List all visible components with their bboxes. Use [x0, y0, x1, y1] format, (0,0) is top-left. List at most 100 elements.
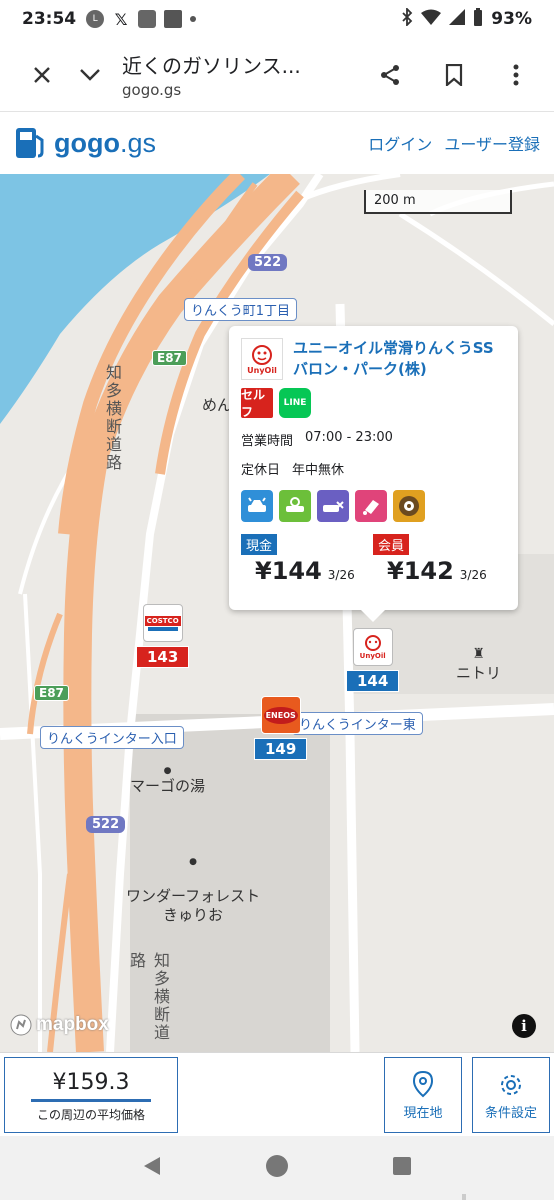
costco-logo-text: COSTCO [144, 615, 181, 626]
mapbox-attribution[interactable]: mapbox [10, 1014, 109, 1036]
login-link[interactable]: ログイン [368, 131, 432, 155]
battery-icon [473, 7, 483, 31]
unyoil-mascot-icon [364, 635, 381, 651]
road-label-rinku-interchange-east: りんくうインター東 [292, 712, 423, 735]
average-price-underline [31, 1099, 151, 1102]
bluetooth-icon [401, 6, 413, 31]
gear-icon [501, 1075, 521, 1095]
station-popup[interactable]: UnyOil ユニーオイル常滑りんくうSS バロン・パーク(株) セルフ LIN… [229, 326, 518, 622]
status-time: 23:54 [22, 9, 77, 29]
eneos-logo-text: ENEOS [263, 706, 298, 724]
route-522-shield: 522 [248, 254, 288, 271]
self-service-badge: セルフ [241, 388, 273, 419]
poi-nitori-icon: ♜ [472, 646, 485, 662]
poi-wonder-forest: ● ワンダーフォレスト きゅりお [126, 838, 260, 943]
poi-nitori: ♜ ニトリ [456, 646, 501, 682]
average-price-box: ¥159.3 この周辺の平均価格 [4, 1057, 178, 1133]
unyoil-logo: UnyOil [352, 628, 393, 666]
filter-settings-button[interactable]: 条件設定 [472, 1057, 550, 1133]
bookmark-icon [445, 63, 463, 86]
e87-shield: E87 [152, 350, 187, 366]
app-notification-icon [138, 10, 157, 28]
unyoil-logo-text: UnyOil [247, 365, 277, 375]
maintenance-icon [317, 490, 349, 522]
marker-price: 143 [136, 646, 190, 668]
register-link[interactable]: ユーザー登録 [444, 131, 540, 155]
current-location-button[interactable]: 現在地 [384, 1057, 462, 1133]
wifi-icon [421, 9, 442, 30]
member-date: 3/26 [459, 568, 487, 582]
page-title: 近くのガソリンス... [122, 54, 301, 78]
station-name[interactable]: ユニーオイル常滑りんくうSS [293, 338, 494, 359]
menu-button[interactable] [492, 51, 540, 99]
minimize-button[interactable] [66, 51, 114, 99]
highway-label-chita-lower: 知多横断道路 [127, 952, 170, 1042]
line-badge: LINE [279, 388, 311, 418]
route-522-shield-lower: 522 [86, 816, 126, 833]
cash-price-block: 現金 ¥144 3/26 [241, 534, 373, 585]
e87-shield-lower: E87 [34, 685, 69, 701]
oil-change-icon [355, 490, 387, 522]
line-notification-icon: L [86, 10, 105, 28]
battery-percent: 93% [491, 9, 532, 29]
cash-price: ¥144 [255, 557, 322, 585]
mapbox-text: mapbox [36, 1014, 109, 1035]
back-button[interactable] [142, 1155, 162, 1181]
car-wash-icon [241, 490, 273, 522]
logo-text-suffix: .gs [119, 127, 157, 158]
close-tab-button[interactable] [18, 51, 66, 99]
member-price: ¥142 [387, 557, 454, 585]
poi-margo: ● マーゴの湯 [130, 766, 205, 796]
bookmark-button[interactable] [430, 51, 478, 99]
fuel-pump-logo-icon [16, 128, 44, 158]
poi-nitori-label: ニトリ [456, 663, 502, 682]
mapbox-logo-icon [10, 1014, 32, 1036]
poi-margo-label: マーゴの湯 [130, 777, 206, 796]
marker-price: 144 [346, 670, 400, 692]
station-operator[interactable]: バロン・パーク(株) [293, 359, 494, 380]
share-button[interactable] [366, 51, 414, 99]
highway-label-chita: 知多横断道路 [103, 364, 122, 472]
x-notification-icon: 𝕏 [114, 9, 128, 29]
station-marker-costco[interactable]: COSTCO 143 [136, 604, 190, 668]
page-title-area[interactable]: 近くのガソリンス... gogo.gs [114, 50, 366, 99]
unyoil-mascot-icon [252, 344, 272, 365]
more-vert-icon [513, 64, 519, 85]
location-pin-icon [412, 1070, 434, 1098]
filter-settings-label: 条件設定 [484, 1106, 537, 1121]
marker-price: 149 [254, 738, 308, 760]
map-view[interactable]: 200 m 522 522 E87 E87 りんくう町1丁目 りんくうインター入… [0, 174, 554, 1052]
poi-dot-icon: ● [189, 856, 197, 867]
hours-value: 07:00 - 23:00 [305, 430, 393, 445]
browser-toolbar: 近くのガソリンス... gogo.gs [0, 38, 554, 112]
share-icon [381, 64, 399, 85]
recents-button[interactable] [392, 1156, 412, 1180]
station-marker-unyoil[interactable]: UnyOil 144 [346, 628, 400, 692]
poi-wonder-forest-label: ワンダーフォレスト きゅりお [126, 886, 261, 924]
nav-indicator [462, 1194, 466, 1200]
average-price-label: この周辺の平均価格 [36, 1108, 145, 1122]
home-button[interactable] [265, 1154, 289, 1182]
unyoil-logo: UnyOil [241, 338, 283, 380]
tire-icon [393, 490, 425, 522]
more-notifications-icon [190, 16, 197, 22]
station-marker-eneos[interactable]: ENEOS 149 [254, 696, 308, 760]
bottom-panel: ¥159.3 この周辺の平均価格 現在地 条件設定 [0, 1052, 554, 1136]
recents-square-icon [393, 1157, 412, 1175]
average-price: ¥159.3 [52, 1070, 130, 1095]
map-info-button[interactable]: i [512, 1014, 536, 1038]
map-scale: 200 m [364, 190, 512, 214]
logo-text: gogo.gs [54, 128, 156, 159]
square-notification-icon [164, 10, 183, 28]
current-location-label: 現在地 [403, 1106, 443, 1121]
site-logo[interactable]: gogo.gs [14, 126, 156, 160]
page-domain: gogo.gs [122, 81, 182, 99]
member-tag: 会員 [373, 534, 410, 555]
cash-tag: 現金 [241, 534, 278, 555]
close-icon [34, 66, 50, 83]
costco-logo: COSTCO [142, 604, 183, 642]
logo-text-main: gogo [54, 127, 120, 158]
poi-men: めん [202, 396, 233, 414]
road-label-rinku-interchange-entrance: りんくうインター入口 [40, 726, 184, 749]
back-triangle-icon [143, 1157, 160, 1175]
